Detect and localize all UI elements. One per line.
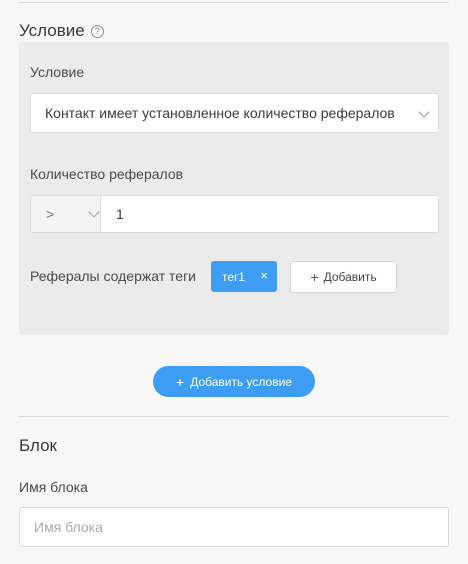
tag-chip-label: тег1 [222,269,246,284]
referrals-count-input[interactable]: 1 [100,195,439,233]
top-divider [19,2,449,3]
referrals-count-value: 1 [116,206,124,222]
condition-panel: Условие Контакт имеет установленное коли… [19,42,449,335]
condition-section-title: Условие ? [19,21,104,41]
condition-type-select[interactable]: Контакт имеет установленное количество р… [30,93,439,133]
add-condition-label: Добавить условие [190,374,292,389]
condition-type-value: Контакт имеет установленное количество р… [45,105,395,121]
add-tag-button[interactable]: + Добавить [290,261,397,293]
tag-chip: тег1 × [211,261,277,292]
add-tag-label: Добавить [323,270,377,284]
block-section-title: Блок [19,436,57,456]
referrals-count-label: Количество рефералов [30,166,184,182]
block-section-title-text: Блок [19,436,57,455]
plus-icon: + [176,373,185,390]
add-condition-button[interactable]: + Добавить условие [153,366,315,397]
chevron-down-icon [88,206,100,218]
condition-section-title-text: Условие [19,21,85,40]
section-divider [19,416,449,417]
operator-value: > [46,206,55,222]
chevron-down-icon [418,106,430,118]
referral-tags-label: Рефералы содержат теги [30,268,196,284]
block-name-input[interactable] [19,507,449,547]
help-icon[interactable]: ? [90,24,104,38]
condition-type-label: Условие [30,64,85,80]
plus-icon: + [310,269,319,285]
close-icon[interactable]: × [260,268,268,283]
block-name-label: Имя блока [19,479,88,495]
